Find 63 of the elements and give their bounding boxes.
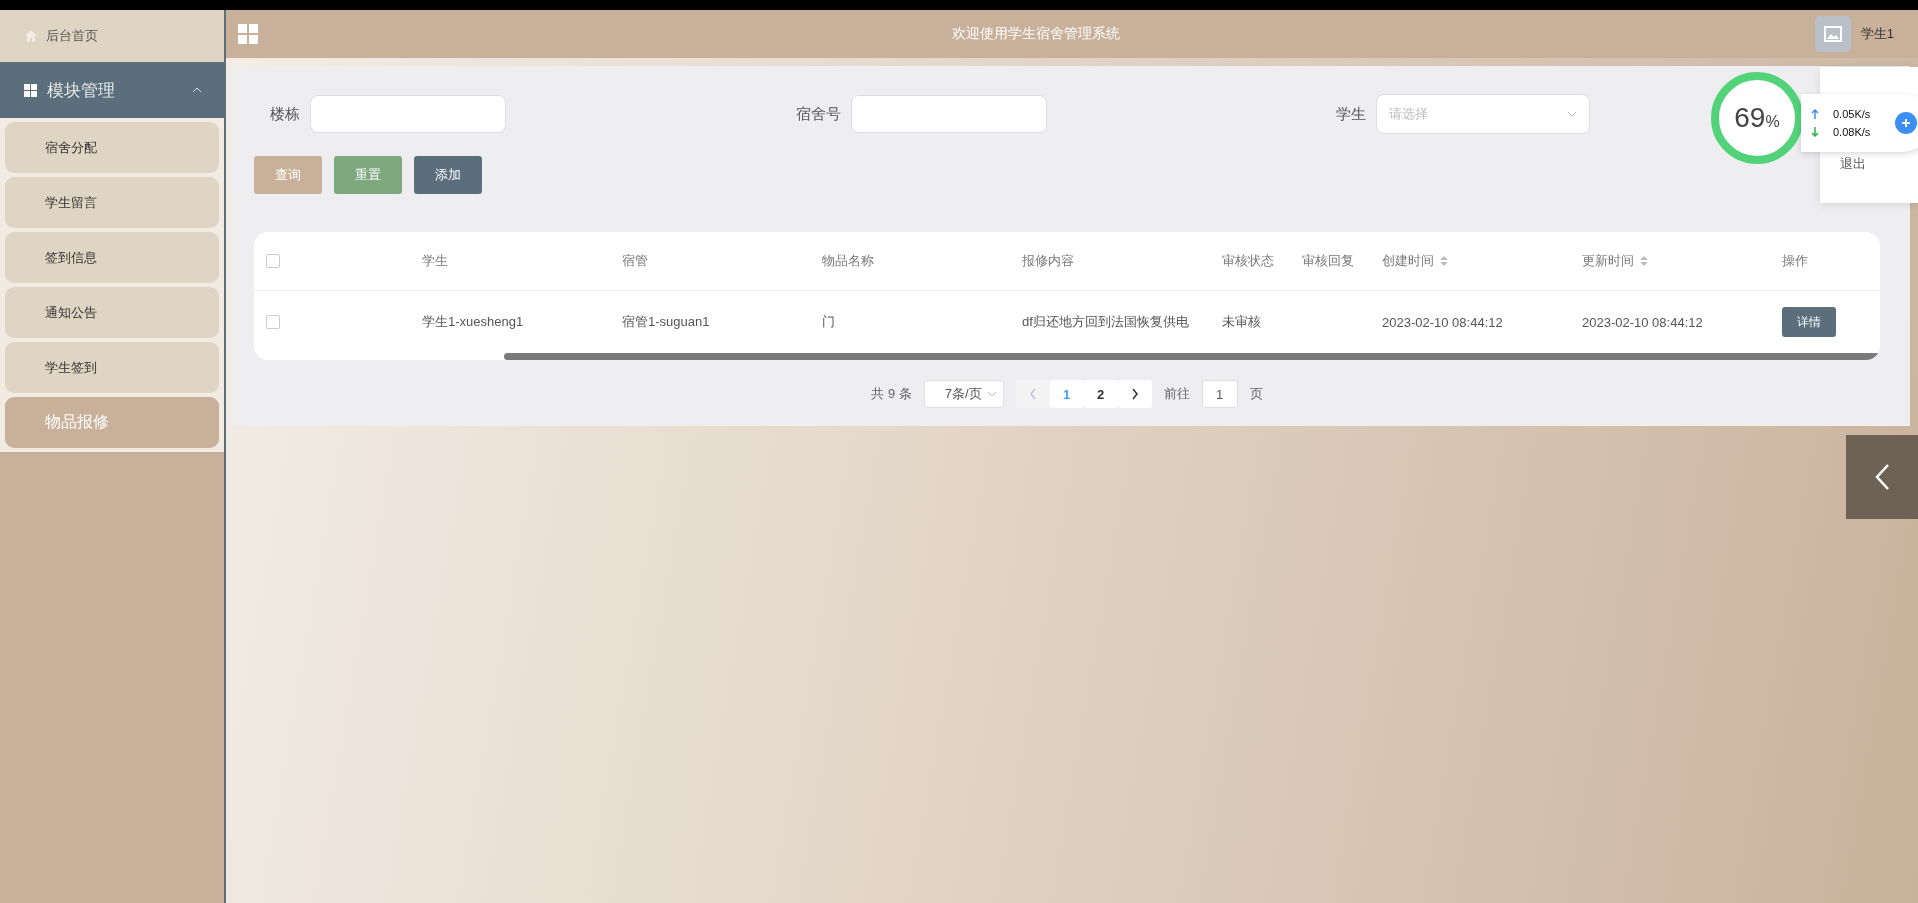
download-speed: 0.08K/s: [1833, 126, 1871, 138]
sidebar-item[interactable]: 学生签到: [5, 342, 219, 393]
home-icon: [24, 29, 38, 43]
chevron-down-icon: [1567, 111, 1577, 117]
detail-button[interactable]: 详情: [1782, 307, 1836, 337]
table-cell-text: 门: [822, 313, 836, 331]
column-header: 物品名称: [822, 252, 875, 270]
chevron-left-icon: [1028, 388, 1037, 400]
sidebar-home[interactable]: 后台首页: [0, 10, 224, 62]
column-header[interactable]: 创建时间: [1382, 252, 1582, 270]
action-button[interactable]: 添加: [414, 156, 482, 194]
total-count: 共 9 条: [871, 385, 912, 403]
filter-input[interactable]: [850, 95, 1047, 133]
goto-label: 前往: [1163, 385, 1190, 403]
chevron-left-icon: [1874, 463, 1890, 491]
table-cell-text: df归还地方回到法国恢复供电: [1022, 313, 1190, 331]
filter-label: 楼栋: [270, 104, 300, 124]
column-header: 学生: [422, 252, 449, 270]
column-header: 宿管: [622, 252, 649, 270]
column-header: 操作: [1782, 252, 1809, 270]
memory-percent: 69%: [1734, 102, 1780, 134]
chevron-right-icon: [1130, 388, 1139, 400]
header-title: 欢迎使用学生宿舍管理系统: [951, 25, 1122, 43]
page-size-select[interactable]: 7条/页: [923, 380, 1004, 408]
table-cell-text: 未审核: [1222, 313, 1262, 331]
grid-icon: [24, 83, 37, 97]
table-cell-text: 学生1-xuesheng1: [422, 313, 525, 331]
table-cell-text: 2023-02-10 08:44:12: [1382, 314, 1504, 330]
page-button[interactable]: 2: [1083, 380, 1118, 408]
select-all-checkbox[interactable]: [266, 254, 280, 268]
horizontal-scrollbar[interactable]: [504, 353, 1880, 360]
chevron-down-icon: [986, 391, 997, 397]
grid-icon[interactable]: [238, 24, 258, 44]
sort-icon: [1440, 256, 1448, 266]
table-cell-text: 2023-02-10 08:44:12: [1582, 314, 1704, 330]
upload-speed: 0.05K/s: [1833, 108, 1871, 120]
avatar-image-icon[interactable]: [1814, 16, 1851, 52]
goto-suffix: 页: [1249, 385, 1263, 403]
column-header: 审核状态: [1222, 252, 1275, 270]
sidebar-item[interactable]: 学生留言: [5, 177, 219, 228]
user-name[interactable]: 学生1: [1860, 25, 1894, 43]
sidebar-item[interactable]: 签到信息: [5, 232, 219, 283]
filter-label: 宿舍号: [795, 104, 841, 124]
sort-icon: [1640, 256, 1648, 266]
column-header: 报修内容: [1022, 252, 1075, 270]
column-header[interactable]: 更新时间: [1582, 252, 1782, 270]
filter-input[interactable]: [310, 95, 506, 133]
group-label: 模块管理: [47, 79, 116, 102]
next-page-button[interactable]: [1117, 380, 1152, 408]
table-cell-text: 宿管1-suguan1: [622, 313, 711, 331]
sidebar-group[interactable]: 模块管理: [0, 62, 224, 118]
home-label: 后台首页: [46, 27, 98, 45]
collapse-tab[interactable]: [1846, 435, 1918, 519]
sidebar-item[interactable]: 宿舍分配: [5, 122, 219, 173]
column-header: 审核回复: [1302, 252, 1355, 270]
arrow-down-icon: [1811, 127, 1819, 137]
prev-page-button[interactable]: [1015, 380, 1050, 408]
sidebar-item[interactable]: 通知公告: [5, 287, 219, 338]
filter-label: 学生: [1336, 104, 1366, 124]
row-checkbox[interactable]: [266, 315, 280, 329]
goto-page-input[interactable]: 1: [1201, 380, 1238, 408]
menu-item[interactable]: 退出: [1820, 155, 1918, 203]
arrow-up-icon: [1811, 109, 1819, 119]
